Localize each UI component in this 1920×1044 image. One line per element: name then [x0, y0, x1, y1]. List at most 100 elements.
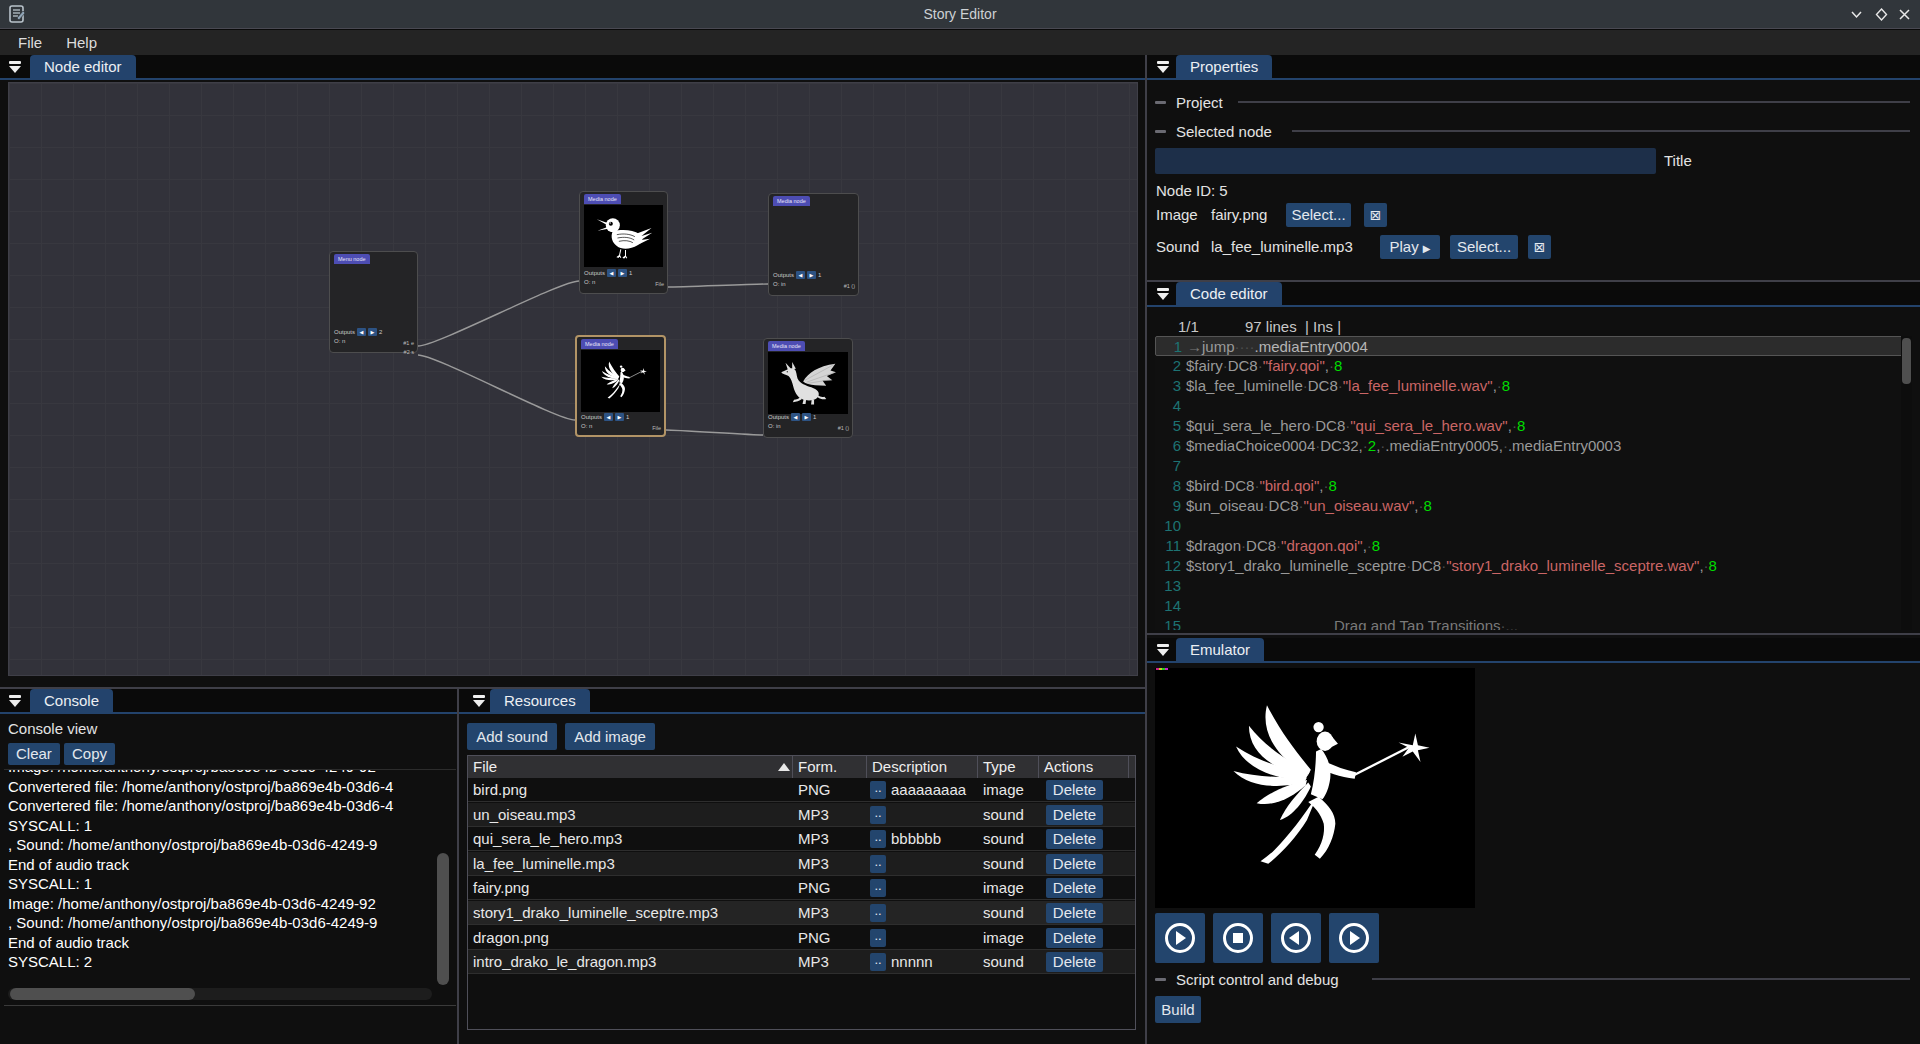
code-line[interactable]: 8$bird·DC8·"bird.qoi",·8 [1155, 476, 1903, 496]
code-line[interactable]: 7 [1155, 456, 1903, 476]
tab-resources[interactable]: Resources [490, 689, 590, 712]
code-text-area[interactable]: 1→jump····.mediaEntry00042$fairy·DC8·"fa… [1155, 336, 1903, 630]
table-row[interactable]: la_fee_luminelle.mp3MP3..soundDelete [468, 852, 1135, 876]
edit-description-button[interactable]: .. [870, 953, 886, 971]
table-row[interactable]: dragon.pngPNG..imageDelete [468, 926, 1135, 950]
console-horizontal-scrollbar[interactable] [8, 988, 432, 1000]
table-row[interactable]: story1_drako_luminelle_sceptre.mp3MP3..s… [468, 901, 1135, 925]
delete-button[interactable]: Delete [1046, 952, 1103, 972]
next-output-button[interactable]: ▶ [802, 413, 811, 421]
table-row[interactable]: qui_sera_le_hero.mp3MP3..bbbbbbsoundDele… [468, 827, 1135, 851]
delete-button[interactable]: Delete [1046, 928, 1103, 948]
node-output-pin[interactable]: #1 () [844, 283, 855, 289]
edit-description-button[interactable]: .. [870, 904, 886, 922]
collapse-icon[interactable] [472, 695, 486, 708]
node-output-pin[interactable]: #1 () [838, 425, 849, 431]
tab-node-editor[interactable]: Node editor [30, 55, 136, 78]
tab-code-editor[interactable]: Code editor [1176, 282, 1282, 305]
column-header-actions[interactable]: Actions [1039, 756, 1129, 778]
code-line[interactable]: 10 [1155, 516, 1903, 536]
back-button[interactable] [1271, 913, 1321, 963]
delete-button[interactable]: Delete [1046, 829, 1103, 849]
menu-help[interactable]: Help [54, 31, 109, 54]
code-line[interactable]: 15Drag and Tap Transitions·... [1155, 616, 1903, 630]
prev-output-button[interactable]: ◀ [604, 413, 613, 421]
collapse-icon[interactable] [8, 695, 22, 708]
prev-output-button[interactable]: ◀ [791, 413, 800, 421]
code-line[interactable]: 11$dragon·DC8·"dragon.qoi",·8 [1155, 536, 1903, 556]
code-line[interactable]: 4 [1155, 396, 1903, 416]
node-dragon[interactable]: Media nodeOutputs◀▶1O: in#1 () [763, 338, 853, 438]
table-row[interactable]: bird.pngPNG..aaaaaaaaaimageDelete [468, 778, 1135, 802]
edit-description-button[interactable]: .. [870, 830, 886, 848]
sound-play-button[interactable]: Play ▶ [1380, 235, 1440, 259]
delete-button[interactable]: Delete [1046, 878, 1103, 898]
add-sound-button[interactable]: Add sound [467, 723, 557, 750]
next-output-button[interactable]: ▶ [807, 271, 816, 279]
sound-clear-button[interactable]: ⊠ [1528, 235, 1551, 259]
collapse-icon[interactable] [8, 61, 22, 74]
forward-button[interactable] [1329, 913, 1379, 963]
tab-console[interactable]: Console [30, 689, 113, 712]
resources-table-header[interactable]: FileForm.DescriptionTypeActions [468, 756, 1135, 778]
node-menu[interactable]: Menu nodeOutputs◀▶2O: n#1 e#2 s [329, 251, 418, 353]
edit-description-button[interactable]: .. [870, 929, 886, 947]
image-select-button[interactable]: Select... [1286, 203, 1351, 227]
delete-button[interactable]: Delete [1046, 854, 1103, 874]
code-line[interactable]: 3$la_fee_luminelle·DC8·"la_fee_luminelle… [1155, 376, 1903, 396]
close-icon[interactable] [1897, 7, 1912, 22]
node-bird[interactable]: Media nodeOutputs◀▶1O: nFile [579, 191, 668, 294]
collapse-icon[interactable] [1156, 61, 1170, 74]
code-line[interactable]: 2$fairy·DC8·"fairy.qoi",·8 [1155, 356, 1903, 376]
node-output-pin[interactable]: #2 s [404, 349, 414, 355]
edit-description-button[interactable]: .. [870, 781, 886, 799]
play-button[interactable] [1155, 913, 1205, 963]
menu-file[interactable]: File [6, 31, 54, 54]
edit-description-button[interactable]: .. [870, 806, 886, 824]
edit-description-button[interactable]: .. [870, 855, 886, 873]
delete-button[interactable]: Delete [1046, 805, 1103, 825]
table-row[interactable]: fairy.pngPNG..imageDelete [468, 876, 1135, 900]
maximize-icon[interactable] [1874, 7, 1889, 22]
column-header-type[interactable]: Type [978, 756, 1039, 778]
copy-button[interactable]: Copy [64, 743, 115, 765]
code-line[interactable]: 5$qui_sera_le_hero·DC8·"qui_sera_le_hero… [1155, 416, 1903, 436]
add-image-button[interactable]: Add image [565, 723, 655, 750]
collapse-icon[interactable] [1156, 644, 1170, 657]
minimize-icon[interactable] [1849, 7, 1864, 22]
node-fairy[interactable]: Media nodeOutputs◀▶1O: nFile [575, 335, 666, 437]
tab-emulator[interactable]: Emulator [1176, 638, 1264, 661]
clear-button[interactable]: Clear [8, 743, 60, 765]
delete-button[interactable]: Delete [1046, 780, 1103, 800]
table-row[interactable]: intro_drako_le_dragon.mp3MP3..nnnnnsound… [468, 950, 1135, 974]
sound-select-button[interactable]: Select... [1450, 235, 1518, 259]
stop-button[interactable] [1213, 913, 1263, 963]
code-line[interactable]: 14 [1155, 596, 1903, 616]
code-line[interactable]: 13 [1155, 576, 1903, 596]
next-output-button[interactable]: ▶ [618, 269, 627, 277]
code-scrollbar[interactable] [1901, 336, 1912, 630]
node-output-pin[interactable]: File [652, 425, 661, 431]
prev-output-button[interactable]: ◀ [796, 271, 805, 279]
title-input[interactable] [1155, 148, 1656, 174]
collapse-icon[interactable] [1156, 288, 1170, 301]
column-header-description[interactable]: Description [867, 756, 978, 778]
code-line[interactable]: 6$mediaChoice0004·DC32,·2,·.mediaEntry00… [1155, 436, 1903, 456]
table-row[interactable]: un_oiseau.mp3MP3..soundDelete [468, 803, 1135, 827]
console-vertical-scrollbar[interactable] [437, 853, 449, 985]
tab-properties[interactable]: Properties [1176, 55, 1272, 78]
code-line[interactable]: 1→jump····.mediaEntry0004 [1155, 336, 1903, 356]
column-header-file[interactable]: File [468, 756, 793, 778]
next-output-button[interactable]: ▶ [615, 413, 624, 421]
node-output-pin[interactable]: File [655, 281, 664, 287]
next-output-button[interactable]: ▶ [368, 328, 377, 336]
delete-button[interactable]: Delete [1046, 903, 1103, 923]
node-empty[interactable]: Media nodeOutputs◀▶1O: in#1 () [768, 193, 859, 296]
code-line[interactable]: 9$un_oiseau·DC8·"un_oiseau.wav",·8 [1155, 496, 1903, 516]
edit-description-button[interactable]: .. [870, 879, 886, 897]
code-line[interactable]: 12$story1_drako_luminelle_sceptre·DC8·"s… [1155, 556, 1903, 576]
prev-output-button[interactable]: ◀ [607, 269, 616, 277]
prev-output-button[interactable]: ◀ [357, 328, 366, 336]
node-graph-canvas[interactable]: Menu nodeOutputs◀▶2O: n#1 e#2 sMedia nod… [8, 82, 1138, 676]
node-output-pin[interactable]: #1 e [403, 340, 414, 346]
